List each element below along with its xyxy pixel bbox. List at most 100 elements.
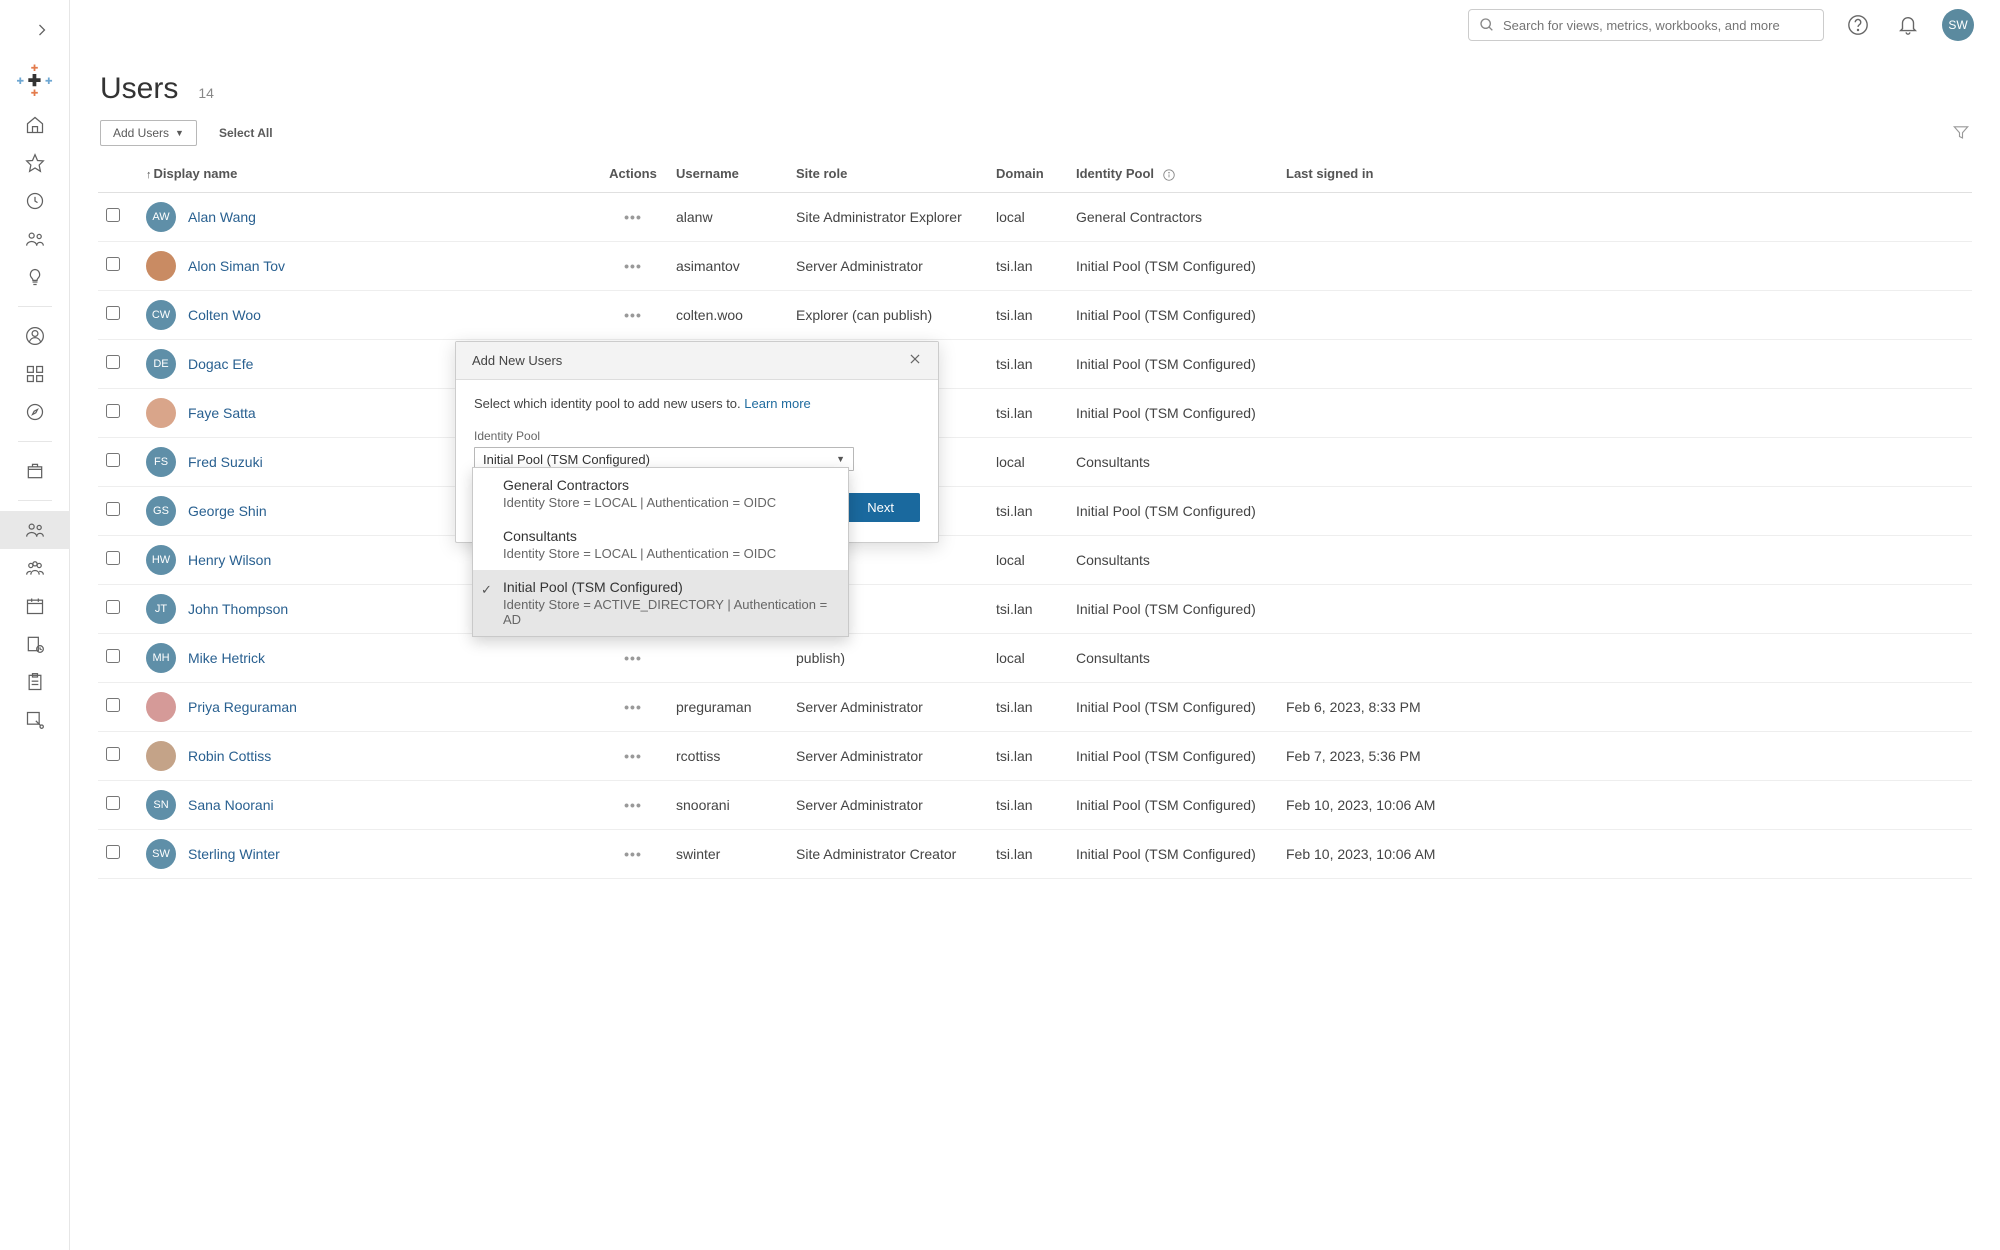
col-lastsign[interactable]: Last signed in: [1278, 156, 1972, 192]
avatar: JT: [146, 594, 176, 624]
row-checkbox[interactable]: [106, 502, 120, 516]
user-name-link[interactable]: Fred Suzuki: [188, 454, 263, 470]
col-idpool[interactable]: Identity Pool: [1076, 166, 1154, 181]
next-button[interactable]: Next: [841, 493, 920, 522]
tableau-logo[interactable]: ✚ ✚ ✚ ✚ ✚: [0, 56, 70, 106]
cell-idpool: Consultants: [1068, 633, 1278, 682]
filter-button[interactable]: [1952, 123, 1970, 144]
user-name-link[interactable]: Mike Hetrick: [188, 650, 265, 666]
learn-more-link[interactable]: Learn more: [744, 396, 810, 411]
row-actions-button[interactable]: •••: [598, 731, 668, 780]
select-all-button[interactable]: Select All: [219, 126, 273, 140]
topbar: SW: [70, 0, 2000, 50]
row-checkbox[interactable]: [106, 551, 120, 565]
cell-siterole: Server Administrator: [788, 780, 988, 829]
avatar: SN: [146, 790, 176, 820]
sidebar-item-status[interactable]: [0, 701, 70, 739]
sidebar-item-jobs[interactable]: [0, 625, 70, 663]
row-checkbox[interactable]: [106, 208, 120, 222]
cell-idpool: Consultants: [1068, 437, 1278, 486]
row-actions-button[interactable]: •••: [598, 829, 668, 878]
row-checkbox[interactable]: [106, 796, 120, 810]
row-checkbox[interactable]: [106, 355, 120, 369]
row-actions-button[interactable]: •••: [598, 241, 668, 290]
row-actions-button[interactable]: •••: [598, 192, 668, 241]
sidebar-item-recommendations[interactable]: [0, 258, 70, 296]
user-name-link[interactable]: Priya Reguraman: [188, 699, 297, 715]
person-icon: [25, 326, 45, 346]
users-icon: [25, 520, 45, 540]
cell-domain: tsi.lan: [988, 486, 1068, 535]
sidebar-item-tasks[interactable]: [0, 663, 70, 701]
sidebar-item-explore[interactable]: [0, 393, 70, 431]
user-name-link[interactable]: Alon Siman Tov: [188, 258, 285, 274]
row-checkbox[interactable]: [106, 257, 120, 271]
user-name-link[interactable]: Colten Woo: [188, 307, 261, 323]
user-name-link[interactable]: Dogac Efe: [188, 356, 253, 372]
sidebar-item-schedules[interactable]: [0, 587, 70, 625]
sidebar-item-personal[interactable]: [0, 317, 70, 355]
row-checkbox[interactable]: [106, 404, 120, 418]
user-name-link[interactable]: Sana Noorani: [188, 797, 274, 813]
user-name-link[interactable]: Sterling Winter: [188, 846, 280, 862]
cell-lastsign: [1278, 535, 1972, 584]
row-checkbox[interactable]: [106, 306, 120, 320]
compass-icon: [25, 402, 45, 422]
user-name-link[interactable]: Faye Satta: [188, 405, 256, 421]
avatar: DE: [146, 349, 176, 379]
close-icon: [908, 352, 922, 366]
sidebar-item-home[interactable]: [0, 106, 70, 144]
search-field[interactable]: [1503, 18, 1813, 33]
sidebar-item-users[interactable]: [0, 511, 70, 549]
col-siterole[interactable]: Site role: [788, 156, 988, 192]
notifications-button[interactable]: [1892, 9, 1924, 41]
user-name-link[interactable]: George Shin: [188, 503, 267, 519]
row-checkbox[interactable]: [106, 453, 120, 467]
cancel-button[interactable]: Cancel: [743, 493, 829, 522]
help-button[interactable]: [1842, 9, 1874, 41]
table-row: Robin Cottiss ••• rcottiss Server Admini…: [98, 731, 1972, 780]
user-avatar[interactable]: SW: [1942, 9, 1974, 41]
dialog-close-button[interactable]: [908, 352, 922, 369]
col-display[interactable]: Display name: [154, 166, 238, 181]
user-name-link[interactable]: Alan Wang: [188, 209, 256, 225]
info-icon[interactable]: [1162, 168, 1176, 182]
clipboard-icon: [25, 672, 45, 692]
page-title: Users: [100, 72, 178, 106]
row-checkbox[interactable]: [106, 698, 120, 712]
cell-idpool: Initial Pool (TSM Configured): [1068, 290, 1278, 339]
sidebar-item-collections[interactable]: [0, 355, 70, 393]
row-actions-button[interactable]: •••: [598, 584, 668, 633]
sidebar: ✚ ✚ ✚ ✚ ✚: [0, 0, 70, 1250]
calendar-icon: [25, 596, 45, 616]
expand-sidebar-button[interactable]: [0, 12, 70, 48]
identity-pool-select[interactable]: Initial Pool (TSM Configured) ▼: [474, 447, 854, 471]
row-checkbox[interactable]: [106, 649, 120, 663]
row-checkbox[interactable]: [106, 845, 120, 859]
cell-siterole: istrator: [788, 584, 988, 633]
row-actions-button[interactable]: •••: [598, 633, 668, 682]
table-row: JT John Thompson ••• istrator tsi.lan In…: [98, 584, 1972, 633]
user-name-link[interactable]: Henry Wilson: [188, 552, 271, 568]
sidebar-item-shared[interactable]: [0, 220, 70, 258]
user-name-link[interactable]: Robin Cottiss: [188, 748, 271, 764]
col-username[interactable]: Username: [668, 156, 788, 192]
lightbulb-icon: [25, 267, 45, 287]
row-checkbox[interactable]: [106, 747, 120, 761]
user-name-link[interactable]: John Thompson: [188, 601, 288, 617]
cell-username: alanw: [668, 192, 788, 241]
table-row: DE Dogac Efe ••• tsi.lan Initial Pool (T…: [98, 339, 1972, 388]
sidebar-item-recents[interactable]: [0, 182, 70, 220]
sidebar-item-groups[interactable]: [0, 549, 70, 587]
row-actions-button[interactable]: •••: [598, 780, 668, 829]
row-checkbox[interactable]: [106, 600, 120, 614]
sidebar-item-favorites[interactable]: [0, 144, 70, 182]
row-actions-button[interactable]: •••: [598, 290, 668, 339]
add-users-button[interactable]: Add Users ▼: [100, 120, 197, 146]
cell-siterole: publish): [788, 633, 988, 682]
table-row: Alon Siman Tov ••• asimantov Server Admi…: [98, 241, 1972, 290]
col-domain[interactable]: Domain: [988, 156, 1068, 192]
row-actions-button[interactable]: •••: [598, 682, 668, 731]
search-input[interactable]: [1468, 9, 1824, 41]
sidebar-item-external[interactable]: [0, 452, 70, 490]
